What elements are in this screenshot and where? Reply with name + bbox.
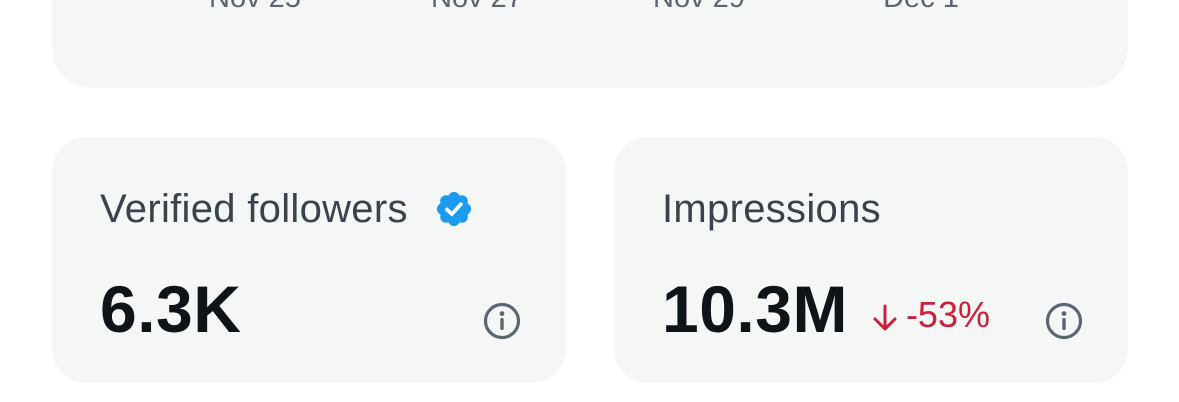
- change-value: -53%: [905, 294, 990, 335]
- change-indicator: -53%: [872, 294, 990, 336]
- stat-value: 6.3K: [100, 272, 242, 346]
- arrow-down-icon: [872, 300, 898, 331]
- card-header: Verified followers: [100, 185, 474, 233]
- info-icon[interactable]: [482, 301, 522, 341]
- card-value-row: 10.3M -53%: [662, 272, 990, 346]
- analytics-page: Nov 25 Nov 27 Nov 29 Dec 1 Verified foll…: [0, 0, 1179, 402]
- stat-value: 10.3M: [662, 272, 848, 346]
- impressions-card[interactable]: Impressions 10.3M -53%: [614, 137, 1128, 383]
- verified-badge-icon: [434, 189, 474, 229]
- card-header: Impressions: [662, 185, 881, 233]
- verified-followers-card[interactable]: Verified followers 6.3K: [52, 137, 566, 383]
- x-axis-label: Nov 25: [209, 0, 301, 15]
- info-icon[interactable]: [1044, 301, 1084, 341]
- card-title: Verified followers: [100, 186, 408, 231]
- chart-card: Nov 25 Nov 27 Nov 29 Dec 1: [52, 0, 1128, 88]
- x-axis-label: Nov 29: [653, 0, 745, 15]
- x-axis-label: Dec 1: [883, 0, 959, 15]
- card-value-row: 6.3K: [100, 272, 242, 346]
- card-title: Impressions: [662, 186, 881, 231]
- x-axis-label: Nov 27: [431, 0, 523, 15]
